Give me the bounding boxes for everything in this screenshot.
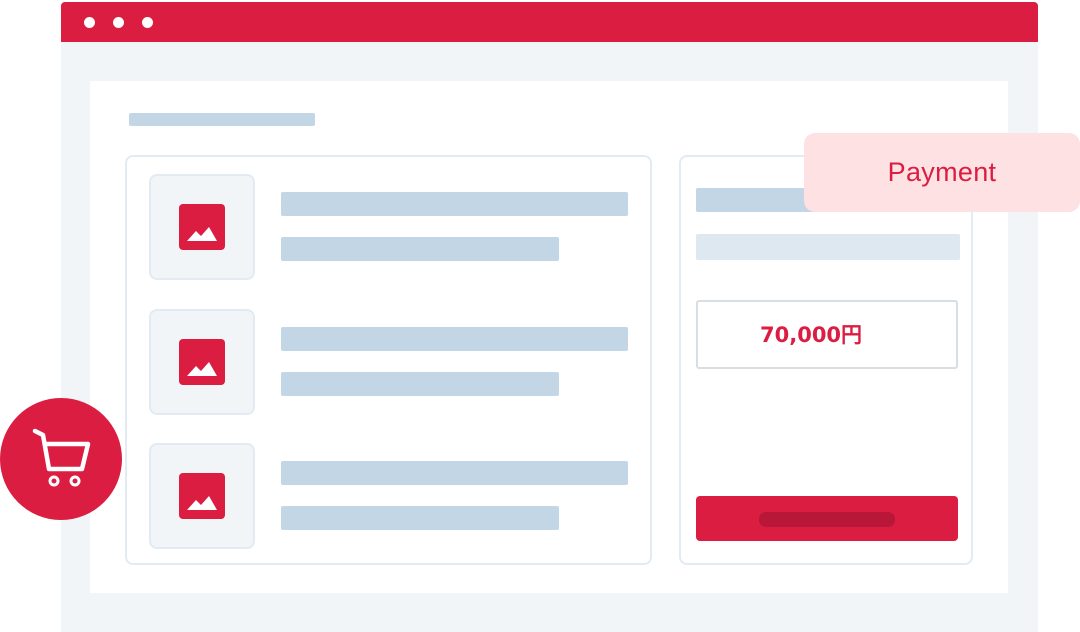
summary-line-placeholder (696, 234, 960, 260)
total-price: 70,000円 (760, 323, 863, 347)
product-thumbnail[interactable] (149, 443, 255, 549)
pay-button[interactable] (696, 496, 958, 541)
total-price-field: 70,000円 (696, 300, 958, 369)
image-icon (179, 473, 225, 519)
product-name-placeholder (281, 461, 628, 485)
product-name-placeholder (281, 327, 628, 351)
image-icon (179, 204, 225, 250)
payment-tooltip: Payment (804, 133, 1080, 212)
browser-window: 70,000円 (61, 2, 1038, 632)
page-title-placeholder (129, 113, 315, 126)
product-name-placeholder (281, 192, 628, 216)
cart-button[interactable] (0, 398, 122, 520)
product-detail-placeholder (281, 506, 559, 530)
checkout-panel: 70,000円 (679, 155, 973, 565)
shopping-cart-icon (32, 428, 91, 487)
product-detail-placeholder (281, 237, 559, 261)
window-control-dot[interactable] (142, 17, 153, 28)
image-icon (179, 339, 225, 385)
window-titlebar (61, 2, 1038, 42)
tooltip-label: Payment (887, 157, 997, 187)
product-thumbnail[interactable] (149, 174, 255, 280)
window-control-dot[interactable] (84, 17, 95, 28)
cart-items-panel (125, 155, 652, 565)
product-thumbnail[interactable] (149, 309, 255, 415)
product-detail-placeholder (281, 372, 559, 396)
window-control-dot[interactable] (113, 17, 124, 28)
pay-button-label-placeholder (759, 512, 895, 527)
